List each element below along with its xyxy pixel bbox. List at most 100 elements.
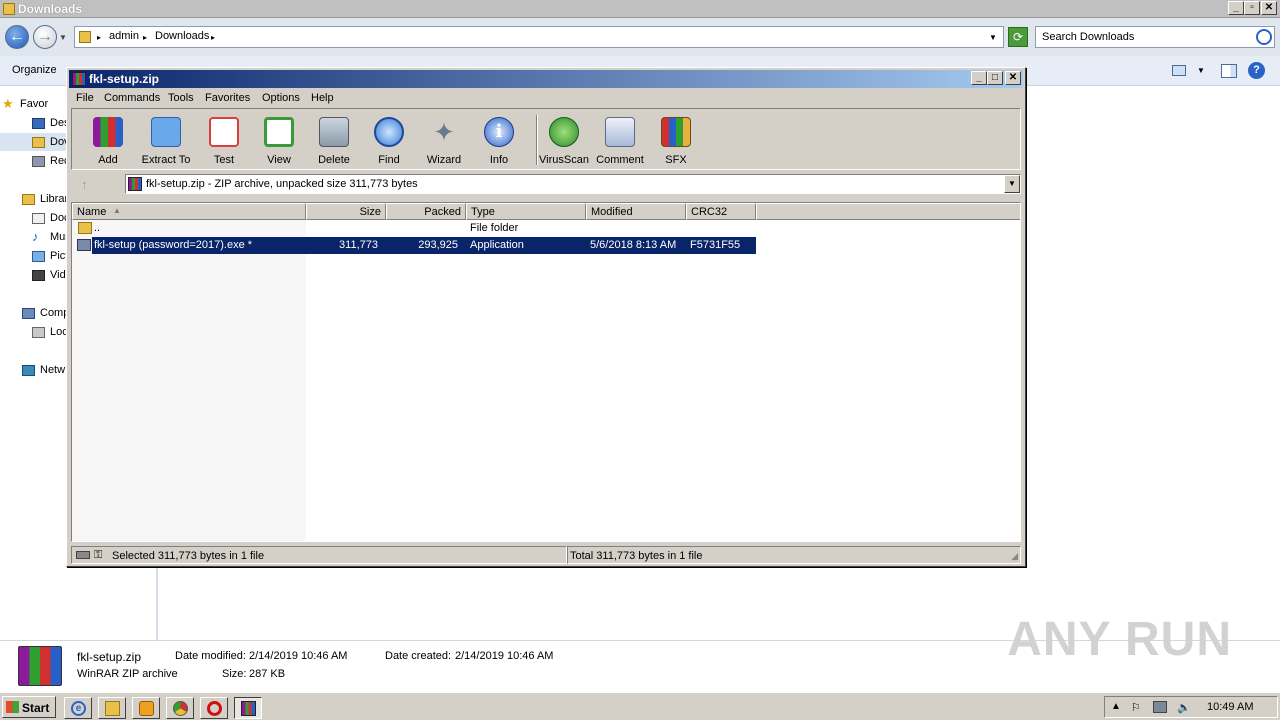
view-dropdown-icon[interactable]: ▼: [1197, 66, 1205, 75]
info-icon: i: [484, 117, 514, 147]
sfx-books-icon: [661, 117, 691, 147]
add-archive-icon: [93, 117, 123, 147]
resize-grip-icon[interactable]: ◢: [1011, 551, 1018, 562]
winrar-maximize-button[interactable]: □: [987, 71, 1003, 85]
folder-icon: [79, 31, 91, 43]
wizard-button[interactable]: ✦ Wizard: [417, 111, 471, 167]
network-tray-icon[interactable]: [1153, 701, 1167, 713]
taskbar-explorer[interactable]: [98, 697, 126, 719]
address-bar[interactable]: ▸ admin ▸ Downloads ▸ ▼: [74, 26, 1004, 48]
table-row[interactable]: .. File folder: [72, 220, 756, 237]
change-view-icon[interactable]: [1172, 65, 1186, 76]
organize-button[interactable]: Organize: [12, 64, 57, 76]
winrar-window: fkl-setup.zip _ □ ✕ File Commands Tools …: [66, 67, 1026, 567]
column-packed[interactable]: Packed: [386, 203, 466, 220]
preview-pane-icon[interactable]: [1221, 64, 1237, 78]
archive-path-dropdown[interactable]: fkl-setup.zip - ZIP archive, unpacked si…: [125, 174, 1021, 194]
find-button[interactable]: Find: [362, 111, 416, 167]
explorer-title: Downloads: [18, 2, 83, 16]
chevron-right-icon[interactable]: ▸: [143, 33, 147, 42]
clock[interactable]: 10:49 AM: [1207, 701, 1253, 713]
column-size[interactable]: Size: [306, 203, 386, 220]
chevron-right-icon[interactable]: ▸: [97, 33, 101, 42]
folder-up-icon: [78, 222, 92, 234]
show-hidden-icons-icon[interactable]: ▲: [1111, 701, 1121, 712]
menu-file[interactable]: File: [76, 92, 94, 104]
forward-button[interactable]: →: [33, 25, 57, 49]
chevron-down-icon[interactable]: ▼: [1004, 175, 1020, 193]
address-segment-admin[interactable]: admin: [109, 30, 139, 42]
nav-favorites[interactable]: ★ Favor: [2, 96, 48, 111]
explorer-navigation-bar: ← → ▼ ▸ admin ▸ Downloads ▸ ▼ ⟳ Search D…: [0, 18, 1280, 56]
refresh-button[interactable]: ⟳: [1008, 27, 1028, 47]
history-dropdown-icon[interactable]: ▼: [59, 33, 67, 42]
delete-button[interactable]: Delete: [307, 111, 361, 167]
extract-to-button[interactable]: Extract To: [139, 111, 193, 167]
add-button[interactable]: Add: [81, 111, 135, 167]
downloads-folder-icon: [32, 137, 45, 148]
nav-libraries[interactable]: Librar: [22, 193, 68, 205]
winrar-close-button[interactable]: ✕: [1005, 71, 1021, 85]
details-modified-value: 2/14/2019 10:46 AM: [249, 650, 348, 662]
explorer-title-bar: Downloads _ ▫ ✕: [0, 0, 1280, 18]
search-input[interactable]: Search Downloads: [1035, 26, 1275, 48]
taskbar-winrar[interactable]: [234, 697, 262, 719]
up-folder-icon[interactable]: ↑: [81, 177, 88, 192]
computer-icon: [22, 308, 35, 319]
taskbar-media-player[interactable]: [132, 697, 160, 719]
taskbar-chrome[interactable]: [166, 697, 194, 719]
minimize-button[interactable]: _: [1228, 1, 1244, 15]
status-selected: ⚿ Selected 311,773 bytes in 1 file: [71, 546, 567, 564]
winrar-path-row: ↑ fkl-setup.zip - ZIP archive, unpacked …: [71, 172, 1021, 196]
music-icon: ♪: [32, 229, 39, 244]
restore-button[interactable]: ▫: [1244, 1, 1260, 15]
volume-icon[interactable]: 🔈: [1177, 701, 1191, 714]
recent-places-icon: [32, 156, 45, 167]
winrar-toolbar: Add Extract To Test View Delete Find ✦ W…: [71, 108, 1021, 170]
address-segment-downloads[interactable]: Downloads: [155, 30, 209, 42]
winrar-icon: [72, 72, 86, 86]
chevron-right-icon[interactable]: ▸: [211, 33, 215, 42]
help-icon[interactable]: ?: [1248, 62, 1265, 79]
taskbar-ie[interactable]: e: [64, 697, 92, 719]
virusscan-button[interactable]: VirusScan: [537, 111, 591, 167]
media-player-icon: [139, 701, 154, 716]
documents-icon: [32, 213, 45, 224]
menu-favorites[interactable]: Favorites: [205, 92, 250, 104]
sfx-button[interactable]: SFX: [649, 111, 703, 167]
network-icon: [22, 365, 35, 376]
search-icon[interactable]: [1256, 29, 1272, 45]
column-crc32[interactable]: CRC32: [686, 203, 756, 220]
search-placeholder: Search Downloads: [1042, 31, 1135, 43]
column-modified[interactable]: Modified: [586, 203, 686, 220]
table-row-selected[interactable]: fkl-setup (password=2017).exe * 311,773 …: [92, 237, 756, 254]
test-button[interactable]: Test: [197, 111, 251, 167]
internet-explorer-icon: e: [71, 701, 86, 716]
action-center-flag-icon[interactable]: ⚐: [1131, 701, 1141, 714]
winrar-icon: [128, 177, 142, 191]
winrar-icon: [241, 701, 256, 716]
winrar-title-bar[interactable]: fkl-setup.zip _ □ ✕: [69, 70, 1023, 88]
taskbar-opera[interactable]: [200, 697, 228, 719]
chrome-icon: [173, 701, 188, 716]
file-list[interactable]: Name ▲ Size Packed Type Modified CRC32 .…: [71, 202, 1021, 542]
close-button[interactable]: ✕: [1261, 1, 1277, 15]
back-button[interactable]: ←: [5, 25, 29, 49]
test-checklist-icon: [209, 117, 239, 147]
view-button[interactable]: View: [252, 111, 306, 167]
column-name[interactable]: Name ▲: [72, 203, 306, 220]
menu-commands[interactable]: Commands: [104, 92, 160, 104]
menu-tools[interactable]: Tools: [168, 92, 194, 104]
windows-flag-icon: [6, 701, 19, 713]
column-type[interactable]: Type: [466, 203, 586, 220]
info-button[interactable]: i Info: [472, 111, 526, 167]
winrar-minimize-button[interactable]: _: [971, 71, 987, 85]
comment-button[interactable]: Comment: [593, 111, 647, 167]
nav-network[interactable]: Netw: [22, 364, 65, 376]
menu-help[interactable]: Help: [311, 92, 334, 104]
nav-computer[interactable]: Comp: [22, 307, 69, 319]
address-dropdown-icon[interactable]: ▼: [989, 33, 997, 42]
magic-wand-icon: ✦: [433, 117, 455, 147]
menu-options[interactable]: Options: [262, 92, 300, 104]
start-button[interactable]: Start: [2, 696, 56, 718]
